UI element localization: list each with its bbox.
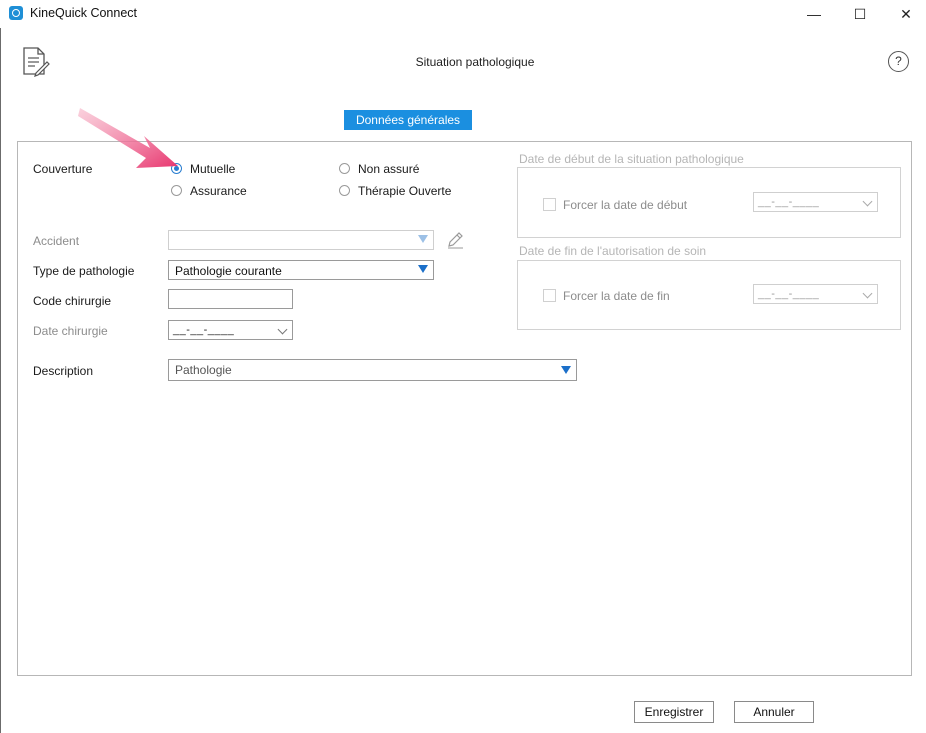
maximize-button[interactable]: ☐: [845, 4, 875, 24]
date-chirurgie-label: Date chirurgie: [33, 324, 108, 338]
end-date-value: __-__-____: [758, 288, 820, 300]
minimize-button[interactable]: —: [799, 4, 829, 24]
start-date-group-title: Date de début de la situation pathologiq…: [519, 152, 744, 166]
chevron-down-icon: [277, 324, 288, 335]
radio-non-assure-label[interactable]: Non assuré: [358, 162, 419, 176]
annotation-arrow-icon: [78, 108, 178, 168]
end-date-picker[interactable]: __-__-____: [753, 284, 878, 304]
window-title: KineQuick Connect: [30, 6, 138, 20]
start-date-value: __-__-____: [758, 196, 820, 208]
description-label: Description: [33, 364, 94, 378]
dropdown-arrow-icon: [418, 235, 428, 243]
pencil-icon[interactable]: [446, 231, 464, 249]
type-pathologie-value: Pathologie courante: [175, 264, 282, 278]
help-icon[interactable]: ?: [888, 51, 909, 72]
page-title: Situation pathologique: [415, 55, 535, 69]
chevron-down-icon: [862, 196, 873, 207]
chevron-down-icon: [862, 288, 873, 299]
start-date-picker[interactable]: __-__-____: [753, 192, 878, 212]
dropdown-arrow-icon: [418, 265, 428, 273]
force-start-date-label: Forcer la date de début: [563, 198, 688, 212]
radio-non-assure[interactable]: [339, 163, 350, 174]
type-pathologie-label: Type de pathologie: [33, 264, 135, 278]
tab-donnees-generales[interactable]: Données générales: [344, 110, 472, 130]
date-chirurgie-picker[interactable]: __-__-____: [168, 320, 293, 340]
title-bar: KineQuick Connect — ☐ ✕: [0, 0, 926, 28]
accident-select[interactable]: [168, 230, 434, 250]
dropdown-arrow-icon: [561, 366, 571, 374]
save-button[interactable]: Enregistrer: [634, 701, 714, 723]
app-logo-icon: [9, 6, 23, 20]
force-end-date-label: Forcer la date de fin: [563, 289, 670, 303]
close-button[interactable]: ✕: [891, 4, 921, 24]
accident-label: Accident: [33, 234, 80, 248]
type-pathologie-select[interactable]: Pathologie courante: [168, 260, 434, 280]
radio-therapie-ouverte[interactable]: [339, 185, 350, 196]
end-date-group-title: Date de fin de l'autorisation de soin: [519, 244, 707, 258]
cancel-button[interactable]: Annuler: [734, 701, 814, 723]
radio-assurance-label[interactable]: Assurance: [190, 184, 247, 198]
code-chirurgie-input[interactable]: [168, 289, 293, 309]
radio-assurance[interactable]: [171, 185, 182, 196]
window-edge: [0, 28, 1, 733]
force-end-date-checkbox[interactable]: [543, 289, 556, 302]
date-chirurgie-value: __-__-____: [173, 324, 235, 336]
description-value: Pathologie: [175, 363, 232, 377]
radio-therapie-ouverte-label[interactable]: Thérapie Ouverte: [358, 184, 451, 198]
code-chirurgie-label: Code chirurgie: [33, 294, 112, 308]
radio-mutuelle-label[interactable]: Mutuelle: [190, 162, 235, 176]
description-select[interactable]: Pathologie: [168, 359, 577, 381]
force-start-date-checkbox[interactable]: [543, 198, 556, 211]
